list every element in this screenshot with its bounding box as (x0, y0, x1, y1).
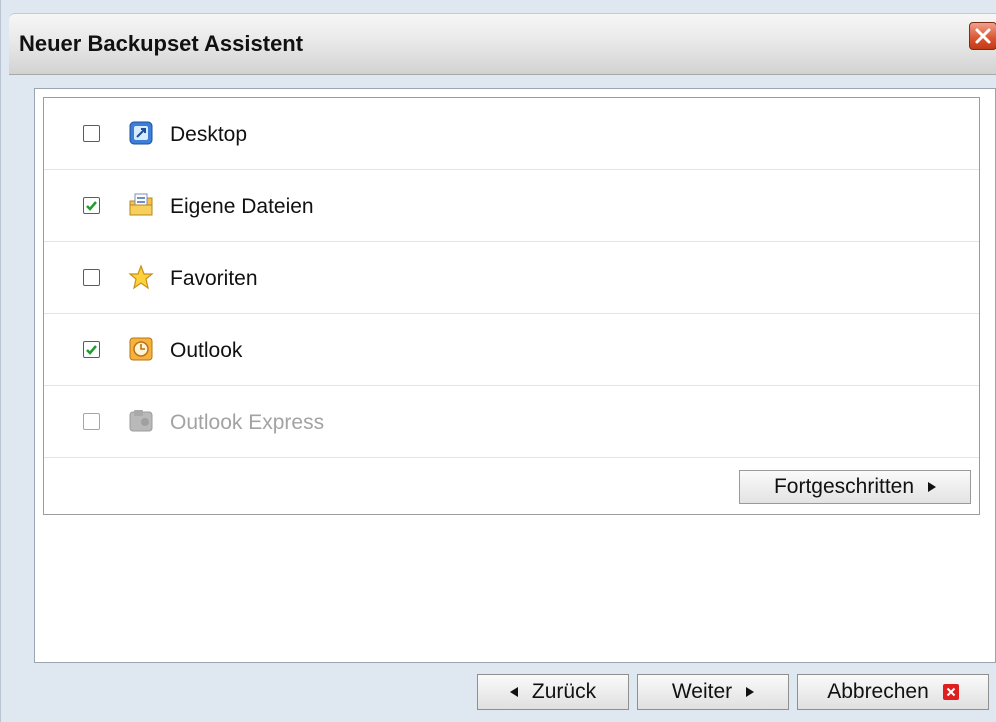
advanced-button[interactable]: Fortgeschritten (739, 470, 971, 504)
item-label-eigene-dateien: Eigene Dateien (170, 195, 314, 218)
arrow-left-icon (509, 687, 518, 697)
next-button-label: Weiter (671, 680, 733, 703)
item-label-favoriten: Favoriten (170, 267, 258, 290)
list-item-desktop[interactable]: Desktop (44, 98, 979, 170)
checkbox-favoriten[interactable] (83, 269, 100, 286)
arrow-right-icon (928, 482, 937, 492)
outlook-express-icon (128, 408, 154, 434)
list-item-favoriten[interactable]: Favoriten (44, 242, 979, 314)
list-item-eigene-dateien[interactable]: Eigene Dateien (44, 170, 979, 242)
documents-folder-icon (128, 192, 154, 218)
checkbox-outlook-express (83, 413, 100, 430)
window-title: Neuer Backupset Assistent (19, 31, 304, 56)
title-bar[interactable]: Neuer Backupset Assistent (9, 13, 996, 75)
list-item-outlook[interactable]: Outlook (44, 314, 979, 386)
arrow-right-icon (746, 687, 755, 697)
desktop-icon (128, 120, 154, 146)
item-label-desktop: Desktop (170, 123, 248, 146)
item-label-outlook: Outlook (170, 339, 243, 362)
content-area: Desktop Eigene Dateien Favoriten Outlook… (34, 88, 996, 663)
close-button[interactable] (969, 22, 996, 50)
checkbox-outlook[interactable] (83, 341, 100, 358)
item-label-outlook-express: Outlook Express (170, 411, 325, 434)
advanced-button-label: Fortgeschritten (773, 475, 915, 498)
selection-panel: Desktop Eigene Dateien Favoriten Outlook… (43, 97, 980, 515)
cancel-button[interactable]: Abbrechen (797, 674, 989, 710)
star-icon (128, 264, 154, 290)
outlook-clock-icon (128, 336, 154, 362)
back-button-label: Zurück (531, 680, 597, 703)
close-icon (974, 27, 992, 45)
checkbox-eigene-dateien[interactable] (83, 197, 100, 214)
list-item-outlook-express: Outlook Express (44, 386, 979, 458)
back-button[interactable]: Zurück (477, 674, 629, 710)
cancel-x-icon (942, 684, 959, 700)
cancel-button-label: Abbrechen (827, 680, 929, 703)
wizard-window: Neuer Backupset Assistent Desktop Eigene… (0, 0, 996, 722)
next-button[interactable]: Weiter (637, 674, 789, 710)
checkbox-desktop[interactable] (83, 125, 100, 142)
